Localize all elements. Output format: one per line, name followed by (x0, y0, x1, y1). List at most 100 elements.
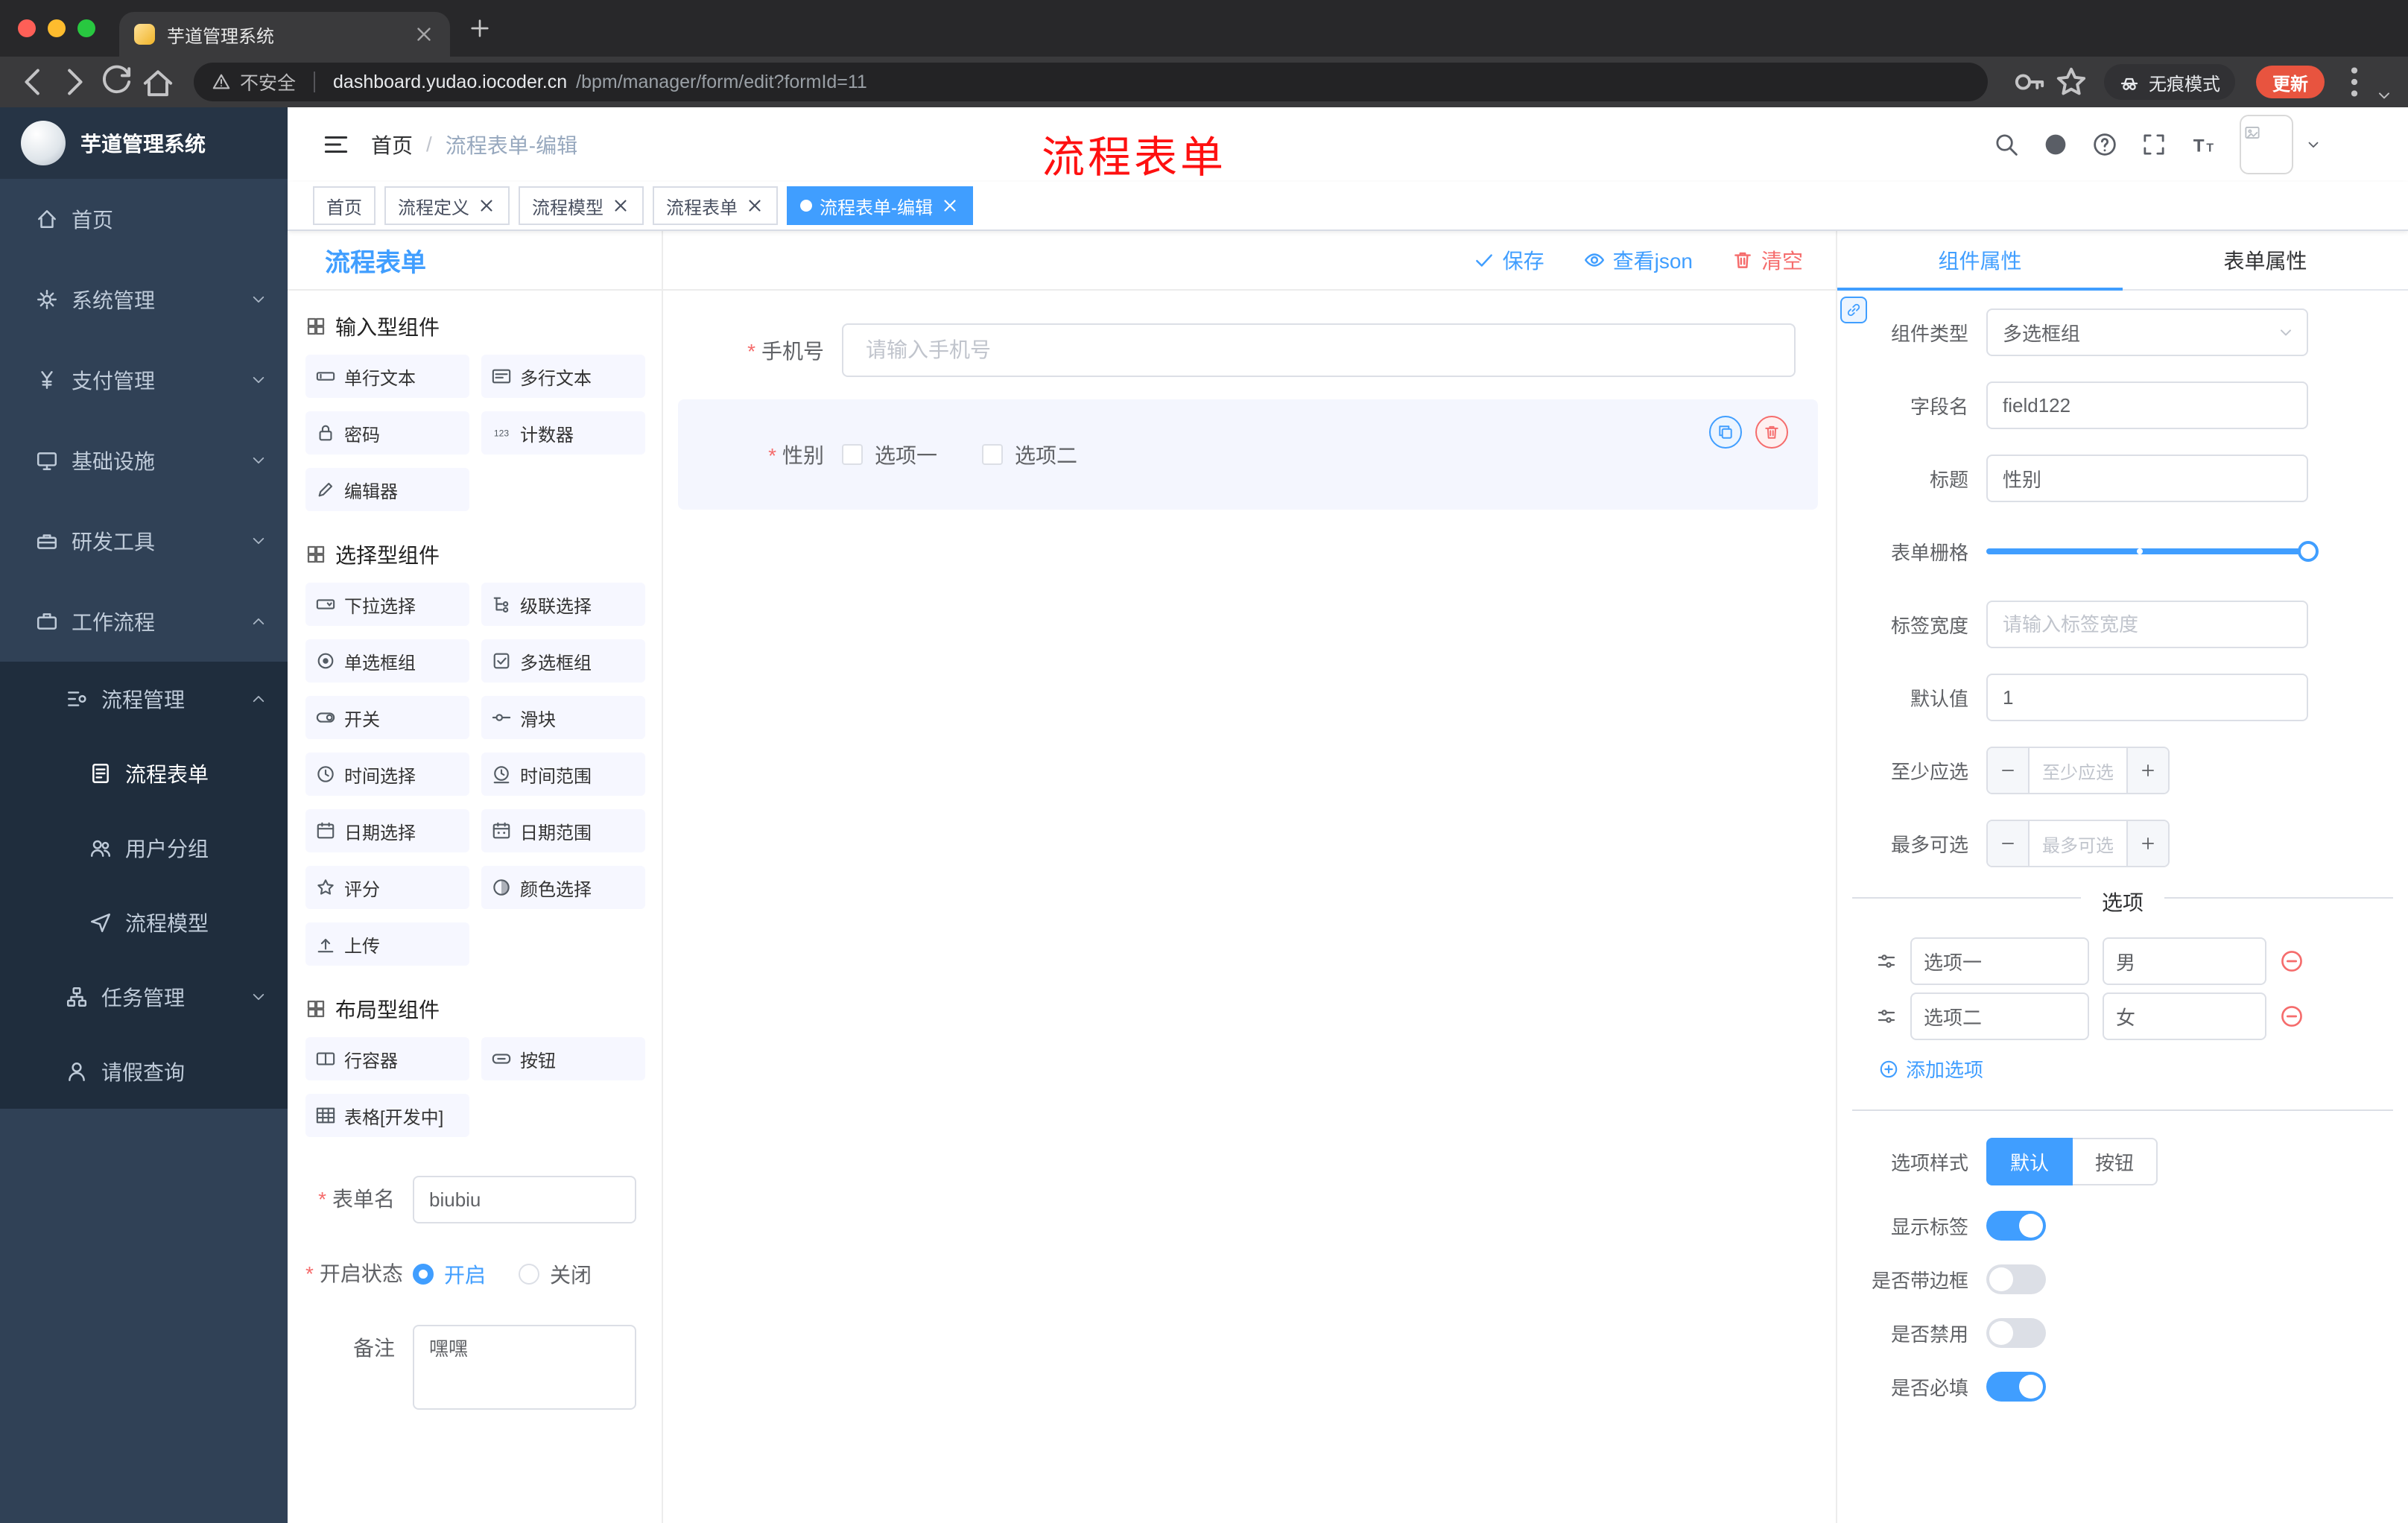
phone-input[interactable] (842, 323, 1796, 377)
bookmark-icon[interactable] (2053, 64, 2089, 100)
browser-menu-icon[interactable] (2336, 64, 2372, 100)
sidebar-item-leave-query[interactable]: 请假查询 (0, 1034, 288, 1109)
widget-gender-selected[interactable]: 性别 选项一 选项二 (678, 399, 1818, 510)
max-select-value[interactable]: 最多可选 (2030, 821, 2126, 866)
toggle-disabled[interactable] (1986, 1318, 2046, 1348)
app-logo-row[interactable]: 芋道管理系统 (0, 107, 288, 179)
navbar-caret-icon[interactable] (2375, 86, 2393, 104)
font-size-icon[interactable]: TT (2190, 132, 2216, 157)
component-editor[interactable]: 编辑器 (305, 468, 469, 511)
window-minimize-button[interactable] (48, 19, 66, 37)
component-color-picker[interactable]: 颜色选择 (481, 866, 645, 909)
component-multi-line[interactable]: 多行文本 (481, 355, 645, 398)
component-password[interactable]: 密码 (305, 411, 469, 455)
slider-track[interactable] (1986, 548, 2308, 554)
page-tab-close-icon[interactable] (611, 196, 630, 215)
delete-widget-button[interactable] (1755, 416, 1788, 449)
decrease-button[interactable] (1988, 748, 2030, 793)
sidebar-item-system[interactable]: 系统管理 (0, 259, 288, 340)
form-remark-textarea[interactable]: 嘿嘿 (413, 1325, 636, 1410)
sidebar-item-devtools[interactable]: 研发工具 (0, 501, 288, 581)
page-tab-close-icon[interactable] (745, 196, 764, 215)
component-row-container[interactable]: 行容器 (305, 1037, 469, 1080)
drag-handle-icon[interactable] (1876, 951, 1897, 972)
option-label-input[interactable] (1910, 937, 2089, 985)
component-select[interactable]: 下拉选择 (305, 583, 469, 626)
sidebar-item-payment[interactable]: 支付管理 (0, 340, 288, 420)
breadcrumb-home[interactable]: 首页 (371, 130, 413, 159)
increase-button[interactable] (2126, 821, 2168, 866)
update-button[interactable]: 更新 (2256, 66, 2325, 98)
component-upload[interactable]: 上传 (305, 922, 469, 966)
user-avatar[interactable] (2240, 115, 2293, 174)
checkbox-unchecked-icon[interactable] (842, 444, 863, 465)
field-name-input[interactable] (1986, 381, 2308, 429)
status-radio-on[interactable]: 开启 (413, 1259, 486, 1289)
browser-home-button[interactable] (140, 64, 176, 100)
checkbox-option[interactable]: 选项一 (842, 440, 937, 469)
component-rate[interactable]: 评分 (305, 866, 469, 909)
increase-button[interactable] (2126, 748, 2168, 793)
sidebar-item-task-mgmt[interactable]: 任务管理 (0, 960, 288, 1034)
save-button[interactable]: 保存 (1473, 245, 1544, 275)
option-value-input[interactable] (2103, 937, 2266, 985)
component-checkbox-group[interactable]: 多选框组 (481, 639, 645, 683)
toggle-required[interactable] (1986, 1372, 2046, 1402)
link-badge[interactable] (1840, 297, 1867, 323)
component-button[interactable]: 按钮 (481, 1037, 645, 1080)
fullscreen-icon[interactable] (2141, 132, 2167, 157)
component-type-select[interactable]: 多选框组 (1986, 308, 2308, 356)
sidebar-item-user-group[interactable]: 用户分组 (0, 811, 288, 885)
avatar-caret-icon[interactable] (2305, 136, 2322, 153)
sidebar-item-process-model[interactable]: 流程模型 (0, 885, 288, 960)
page-tab-home[interactable]: 首页 (313, 186, 376, 225)
component-time-range[interactable]: 时间范围 (481, 753, 645, 796)
option-label-input[interactable] (1910, 992, 2089, 1040)
password-manager-icon[interactable] (2012, 64, 2047, 100)
tab-form-props[interactable]: 表单属性 (2123, 231, 2408, 289)
copy-widget-button[interactable] (1709, 416, 1742, 449)
remove-option-icon[interactable] (2280, 1004, 2304, 1028)
search-icon[interactable] (1994, 132, 2019, 157)
style-default-button[interactable]: 默认 (1986, 1138, 2073, 1185)
tab-close-icon[interactable] (413, 23, 435, 45)
component-date-picker[interactable]: 日期选择 (305, 809, 469, 852)
clear-button[interactable]: 清空 (1731, 245, 1803, 275)
view-json-button[interactable]: 查看json (1583, 245, 1693, 275)
forward-button[interactable] (57, 64, 92, 100)
style-button-button[interactable]: 按钮 (2073, 1138, 2158, 1185)
default-value-input[interactable] (1986, 674, 2308, 721)
sidebar-collapse-icon[interactable] (322, 130, 350, 159)
back-button[interactable] (15, 64, 51, 100)
toggle-border[interactable] (1986, 1264, 2046, 1294)
sidebar-item-infra[interactable]: 基础设施 (0, 420, 288, 501)
window-zoom-button[interactable] (77, 19, 95, 37)
component-cascader[interactable]: 级联选择 (481, 583, 645, 626)
min-select-value[interactable]: 至少应选 (2030, 748, 2126, 793)
slider-handle[interactable] (2298, 541, 2319, 562)
reload-button[interactable] (98, 64, 134, 100)
window-close-button[interactable] (18, 19, 36, 37)
page-tab-process-model[interactable]: 流程模型 (519, 186, 644, 225)
github-icon[interactable] (2043, 132, 2068, 157)
title-input[interactable] (1986, 455, 2308, 502)
grid-slider[interactable] (1986, 528, 2319, 575)
component-switch[interactable]: 开关 (305, 696, 469, 739)
component-date-range[interactable]: 日期范围 (481, 809, 645, 852)
checkbox-option[interactable]: 选项二 (982, 440, 1077, 469)
component-table[interactable]: 表格[开发中] (305, 1094, 469, 1137)
page-tab-close-icon[interactable] (940, 196, 960, 215)
status-radio-off[interactable]: 关闭 (519, 1259, 592, 1289)
form-name-input[interactable] (413, 1176, 636, 1223)
address-bar[interactable]: 不安全 dashboard.yudao.iocoder.cn/bpm/manag… (194, 63, 1988, 101)
browser-tab[interactable]: 芋道管理系统 (119, 12, 450, 57)
new-tab-button[interactable] (468, 16, 492, 40)
option-value-input[interactable] (2103, 992, 2266, 1040)
component-counter[interactable]: 123 计数器 (481, 411, 645, 455)
component-single-line[interactable]: 单行文本 (305, 355, 469, 398)
sidebar-item-process-form[interactable]: 流程表单 (0, 736, 288, 811)
sidebar-item-process-mgmt[interactable]: 流程管理 (0, 662, 288, 736)
help-icon[interactable] (2092, 132, 2117, 157)
page-tab-process-definition[interactable]: 流程定义 (384, 186, 510, 225)
page-tab-close-icon[interactable] (477, 196, 496, 215)
